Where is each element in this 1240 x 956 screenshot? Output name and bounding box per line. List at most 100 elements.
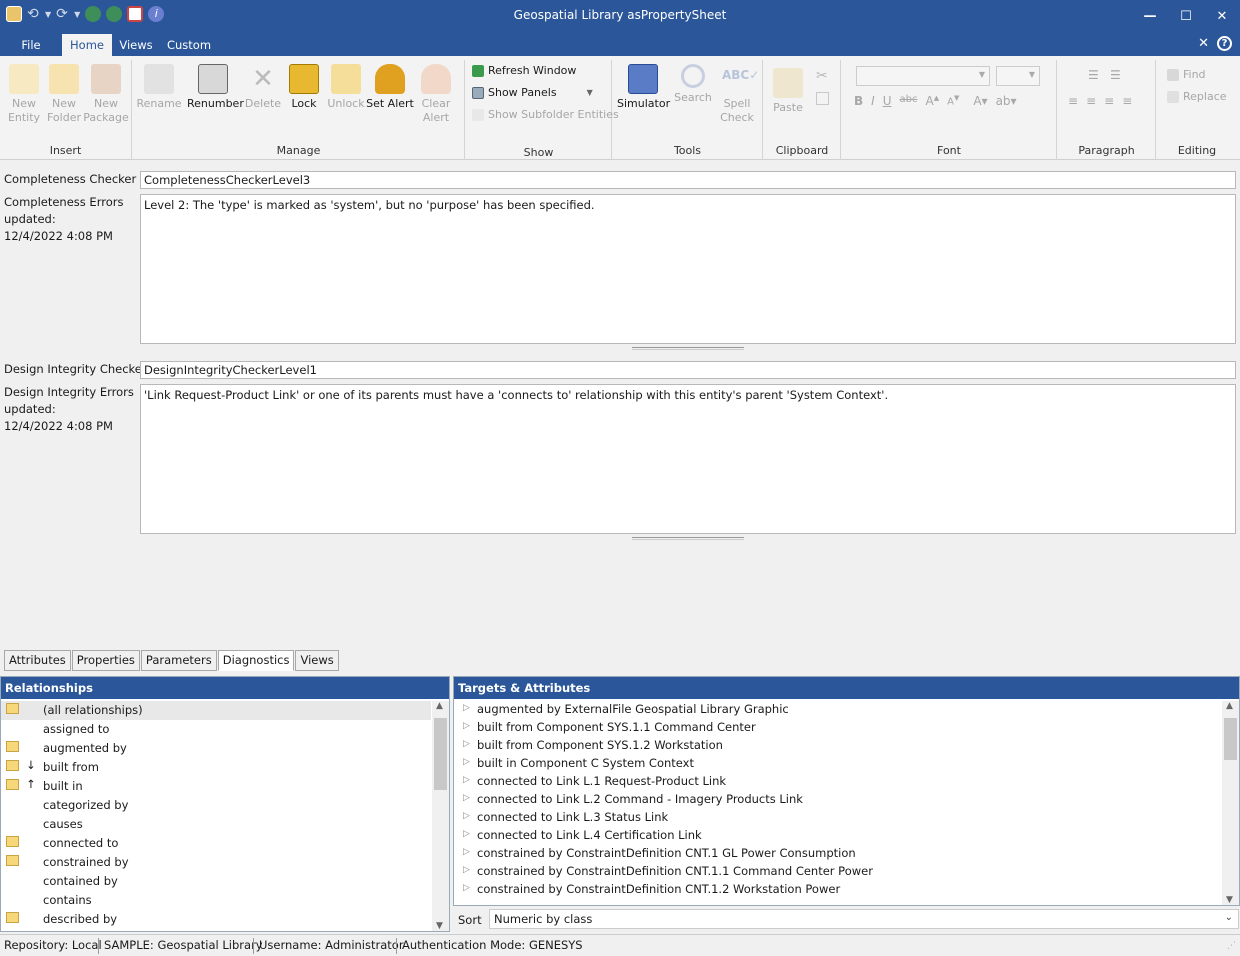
font-color-icon[interactable]: A▾ [973, 94, 987, 108]
integrity-errors-textarea[interactable]: 'Link Request-Product Link' or one of it… [140, 384, 1236, 534]
cut-icon[interactable]: ✂ [816, 68, 828, 84]
target-item[interactable]: ▷ built from Component SYS.1.2 Workstatio… [454, 737, 1220, 755]
relationship-item[interactable]: contains [1, 891, 431, 910]
target-item[interactable]: ▷ connected to Link L.1 Request-Product L… [454, 773, 1220, 791]
scroll-down-icon[interactable]: ▼ [436, 921, 443, 931]
refresh-window-button[interactable]: Refresh Window [472, 64, 576, 77]
target-item[interactable]: ▷ connected to Link L.3 Status Link [454, 809, 1220, 827]
help-icon[interactable]: ? [1217, 36, 1232, 51]
close-icon[interactable]: ✕ [1204, 0, 1240, 32]
justify-icon[interactable]: ≡ [1122, 94, 1132, 108]
align-right-icon[interactable]: ≡ [1104, 94, 1114, 108]
expand-icon[interactable]: ▷ [463, 829, 470, 839]
expand-icon[interactable]: ▷ [463, 703, 470, 713]
targets-scrollbar[interactable]: ▲ ▼ [1222, 701, 1239, 905]
font-size-select[interactable]: ▼ [996, 66, 1040, 86]
target-item[interactable]: ▷ augmented by ExternalFile Geospatial Li… [454, 701, 1220, 719]
scroll-up-icon[interactable]: ▲ [1226, 701, 1233, 711]
tab-properties[interactable]: Properties [71, 650, 140, 671]
splitter-handle[interactable] [632, 537, 744, 540]
set-alert-button[interactable]: Set Alert [366, 64, 414, 111]
expand-icon[interactable]: ▷ [463, 775, 470, 785]
strikethrough-icon[interactable]: abc [900, 94, 918, 108]
renumber-button[interactable]: Renumber [187, 64, 244, 111]
numbering-icon[interactable]: ☰ [1110, 68, 1121, 82]
shrink-font-icon[interactable]: A▼ [947, 94, 959, 108]
relationship-item[interactable]: causes [1, 815, 431, 834]
splitter-handle[interactable] [632, 347, 744, 350]
simulator-button[interactable]: Simulator [617, 64, 670, 111]
target-item[interactable]: ▷ connected to Link L.4 Certification Lin… [454, 827, 1220, 845]
target-item[interactable]: ▷ built from Component SYS.1.1 Command Ce… [454, 719, 1220, 737]
integrity-checker-field[interactable]: DesignIntegrityCheckerLevel1 [140, 361, 1236, 379]
font-family-select[interactable]: ▼ [856, 66, 990, 86]
expand-icon[interactable]: ▷ [463, 757, 470, 767]
target-item[interactable]: ▷ constrained by ConstraintDefinition CNT… [454, 845, 1220, 863]
scroll-thumb[interactable] [1224, 718, 1237, 760]
rename-button[interactable]: Rename [135, 64, 183, 111]
completeness-checker-field[interactable]: CompletenessCheckerLevel3 [140, 171, 1236, 189]
completeness-errors-textarea[interactable]: Level 2: The 'type' is marked as 'system… [140, 194, 1236, 344]
relationship-item[interactable]: ↑ built in [1, 777, 431, 796]
scroll-up-icon[interactable]: ▲ [436, 701, 443, 711]
target-item[interactable]: ▷ constrained by ConstraintDefinition CNT… [454, 863, 1220, 881]
tab-file[interactable]: File [12, 34, 50, 56]
new-folder-button[interactable]: New Folder [40, 64, 88, 125]
bullets-icon[interactable]: ☰ [1088, 68, 1099, 82]
target-label: connected to Link L.2 Command - Imagery … [477, 792, 803, 806]
scroll-thumb[interactable] [434, 718, 447, 790]
unlock-button[interactable]: Unlock [322, 64, 370, 111]
relationship-item[interactable]: constrained by [1, 853, 431, 872]
relationship-item[interactable]: augmented by [1, 739, 431, 758]
replace-button[interactable]: Replace [1167, 90, 1227, 103]
maximize-icon[interactable]: ☐ [1168, 0, 1204, 32]
italic-icon[interactable]: I [871, 94, 875, 108]
tab-views[interactable]: Views [295, 650, 339, 671]
new-package-button[interactable]: New Package [82, 64, 130, 125]
expand-icon[interactable]: ▷ [463, 865, 470, 875]
customize-icon[interactable]: ✕ [1198, 36, 1209, 51]
scroll-down-icon[interactable]: ▼ [1226, 895, 1233, 905]
sort-select[interactable]: Numeric by class ⌄ [489, 909, 1239, 929]
tab-custom[interactable]: Custom [162, 34, 216, 56]
underline-icon[interactable]: U [883, 94, 892, 108]
relationship-item[interactable]: (all relationships) [1, 701, 431, 720]
tab-attributes[interactable]: Attributes [4, 650, 71, 671]
expand-icon[interactable]: ▷ [463, 793, 470, 803]
relationship-item[interactable]: ↓ built from [1, 758, 431, 777]
minimize-icon[interactable]: — [1132, 0, 1168, 32]
relationship-item[interactable]: assigned to [1, 720, 431, 739]
target-item[interactable]: ▷ constrained by ConstraintDefinition CNT… [454, 881, 1220, 899]
grow-font-icon[interactable]: A▲ [925, 94, 939, 108]
expand-icon[interactable]: ▷ [463, 721, 470, 731]
spell-check-button[interactable]: ABC✓ Spell Check [713, 64, 761, 125]
resize-grip-icon[interactable]: ⋰ [1227, 941, 1236, 951]
show-panels-button[interactable]: Show Panels ▼ [472, 86, 593, 99]
search-button[interactable]: Search [669, 64, 717, 105]
relationship-item[interactable]: connected to [1, 834, 431, 853]
clear-alert-button[interactable]: Clear Alert [412, 64, 460, 125]
expand-icon[interactable]: ▷ [463, 883, 470, 893]
relationships-scrollbar[interactable]: ▲ ▼ [432, 701, 449, 931]
expand-icon[interactable]: ▷ [463, 847, 470, 857]
tab-parameters[interactable]: Parameters [140, 650, 217, 671]
tab-views[interactable]: Views [114, 34, 158, 56]
tab-home[interactable]: Home [62, 34, 112, 56]
align-left-icon[interactable]: ≡ [1068, 94, 1078, 108]
copy-icon[interactable] [816, 92, 829, 105]
paste-button[interactable]: Paste [764, 68, 812, 115]
target-item[interactable]: ▷ connected to Link L.2 Command - Imagery… [454, 791, 1220, 809]
target-item[interactable]: ▷ built in Component C System Context [454, 755, 1220, 773]
find-button[interactable]: Find [1167, 68, 1206, 81]
tab-diagnostics[interactable]: Diagnostics [217, 650, 295, 671]
bold-icon[interactable]: B [854, 94, 863, 108]
align-center-icon[interactable]: ≡ [1086, 94, 1096, 108]
relationship-item[interactable]: contained by [1, 872, 431, 891]
lock-button[interactable]: Lock [280, 64, 328, 111]
expand-icon[interactable]: ▷ [463, 811, 470, 821]
show-subfolder-button[interactable]: Show Subfolder Entities [472, 108, 619, 121]
relationship-item[interactable]: described by [1, 910, 431, 929]
highlight-icon[interactable]: ab▾ [996, 94, 1017, 108]
expand-icon[interactable]: ▷ [463, 739, 470, 749]
relationship-item[interactable]: categorized by [1, 796, 431, 815]
